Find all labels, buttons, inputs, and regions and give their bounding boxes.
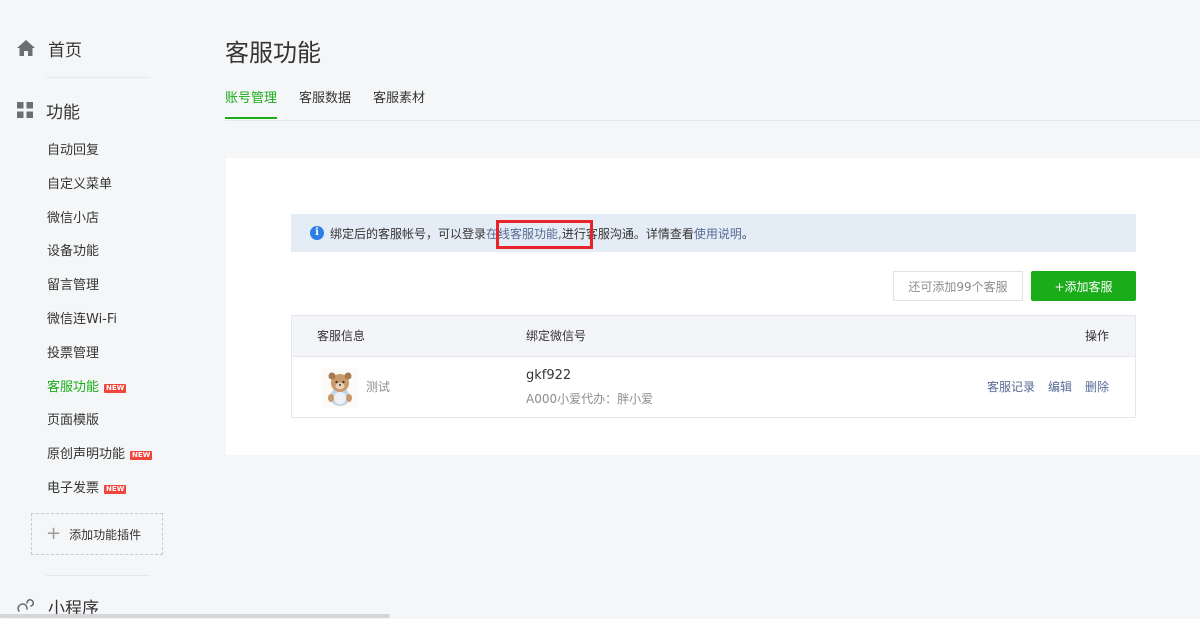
sidebar-item-label: 微信小店 (47, 210, 100, 226)
table-row: 测试 gkf922 A000小爱代办：胖小爱 客服记录 编辑 删除 (292, 357, 1135, 418)
nav-home[interactable]: 首页 (16, 35, 82, 61)
notice-text-after: 。 (741, 226, 754, 241)
sidebar-item-comments[interactable]: 留言管理 (47, 275, 152, 309)
sidebar-item-label: 页面模版 (47, 413, 100, 429)
divider (46, 575, 150, 576)
new-badge: NEW (104, 383, 127, 393)
avatar (322, 368, 358, 408)
mini-program-icon (17, 598, 35, 612)
wechat-id: gkf922 (526, 368, 572, 383)
sidebar-item-e-invoice[interactable]: 电子发票 NEW (47, 478, 152, 512)
sidebar-item-custom-menu[interactable]: 自定义菜单 (47, 174, 152, 208)
service-name: 测试 (366, 380, 391, 394)
edit-link[interactable]: 编辑 (1048, 378, 1072, 395)
add-plugin-button[interactable]: + 添加功能插件 (31, 513, 163, 555)
sidebar-item-label: 投票管理 (47, 345, 100, 361)
sidebar-item-label: 原创声明功能 (47, 447, 126, 463)
service-table: 客服信息 绑定微信号 操作 测试 gkf922 A000小爱代办：胖小爱 客服记… (291, 315, 1136, 418)
help-link[interactable]: 使用说明 (694, 225, 742, 242)
horizontal-scrollbar[interactable] (0, 614, 390, 618)
sidebar-item-label: 电子发票 (47, 480, 100, 496)
sidebar: 首页 功能 自动回复 自定义菜单 微信小店 设备功能 留言管理 微信连Wi-Fi… (0, 0, 190, 619)
sidebar-item-voting[interactable]: 投票管理 (47, 343, 152, 377)
info-notice: i 绑定后的客服帐号，可以登录 在线客服功能, 进行客服沟通。详情查看 使用说明… (291, 214, 1136, 252)
notice-text-before: 绑定后的客服帐号，可以登录 (330, 226, 487, 241)
column-header: 操作 (1084, 329, 1109, 343)
nav-function-label: 功能 (46, 102, 80, 123)
sidebar-item-label: 设备功能 (47, 244, 100, 260)
tab-service-data[interactable]: 客服数据 (299, 84, 351, 119)
sidebar-item-label: 留言管理 (47, 278, 100, 294)
sidebar-item-original-claim[interactable]: 原创声明功能 NEW (47, 444, 153, 478)
column-header: 客服信息 (317, 329, 366, 343)
column-header: 绑定微信号 (526, 329, 587, 343)
nav-function[interactable]: 功能 (16, 97, 80, 123)
remaining-quota: 还可添加99个客服 (893, 271, 1023, 301)
sidebar-item-wechat-store[interactable]: 微信小店 (47, 208, 152, 242)
tab-service-materials[interactable]: 客服素材 (373, 84, 425, 119)
highlight-box (496, 220, 593, 249)
sidebar-item-auto-reply[interactable]: 自动回复 (47, 140, 152, 174)
plus-icon: + (46, 523, 62, 544)
grid-icon (17, 102, 33, 118)
page-title: 客服功能 (225, 39, 321, 67)
add-plugin-label: 添加功能插件 (69, 527, 142, 542)
delete-link[interactable]: 删除 (1085, 378, 1109, 395)
add-service-button[interactable]: +添加客服 (1031, 271, 1136, 301)
new-badge: NEW (130, 451, 153, 461)
row-actions: 客服记录 编辑 删除 (974, 378, 1109, 395)
nav-home-label: 首页 (48, 40, 82, 61)
function-menu: 自动回复 自定义菜单 微信小店 设备功能 留言管理 微信连Wi-Fi 投票管理 … (47, 140, 153, 512)
sidebar-item-label: 自定义菜单 (47, 176, 113, 192)
sidebar-item-device[interactable]: 设备功能 (47, 241, 152, 275)
wechat-subtext: A000小爱代办：胖小爱 (526, 392, 654, 406)
home-icon (17, 40, 35, 56)
service-records-link[interactable]: 客服记录 (987, 378, 1035, 395)
divider (46, 77, 150, 78)
sidebar-item-page-template[interactable]: 页面模版 (47, 410, 152, 444)
sidebar-item-label: 客服功能 (47, 379, 100, 395)
sidebar-item-label: 微信连Wi-Fi (47, 311, 118, 327)
sidebar-item-wifi[interactable]: 微信连Wi-Fi (47, 309, 152, 343)
info-icon: i (310, 226, 324, 240)
sidebar-item-customer-service[interactable]: 客服功能 NEW (47, 377, 152, 411)
sidebar-item-label: 自动回复 (47, 143, 100, 158)
tab-account-management[interactable]: 账号管理 (225, 84, 278, 119)
tab-bar: 账号管理 客服数据 客服素材 (225, 84, 1200, 121)
new-badge: NEW (104, 484, 127, 494)
table-header: 客服信息 绑定微信号 操作 (292, 316, 1135, 357)
